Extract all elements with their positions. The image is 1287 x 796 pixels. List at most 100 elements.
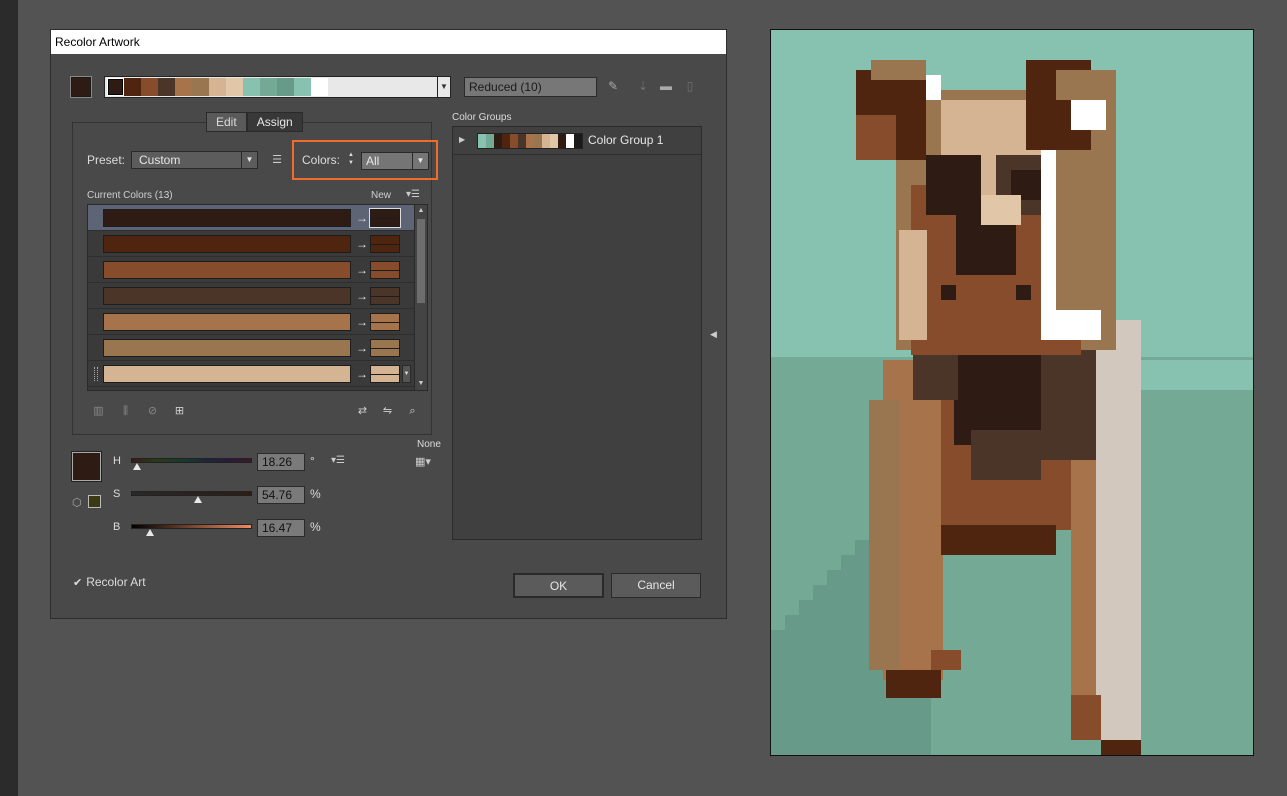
strip-color-swatch[interactable] — [141, 78, 158, 96]
brightness-slider-row: B 16.47 % — [113, 519, 363, 539]
find-color-icon[interactable]: ⌕ — [404, 404, 421, 418]
new-color-swatch[interactable] — [370, 339, 400, 357]
strip-color-swatch[interactable] — [294, 78, 311, 96]
strip-color-swatch[interactable] — [209, 78, 226, 96]
color-row[interactable]: → ▼ — [88, 361, 414, 387]
current-color-bar[interactable] — [103, 235, 351, 253]
color-group-name-field[interactable]: Reduced (10) — [464, 77, 597, 97]
current-color-bar[interactable] — [103, 365, 351, 383]
save-group-icon[interactable]: ⇣ — [635, 78, 651, 94]
color-row[interactable]: → — [88, 335, 414, 361]
recolor-art-checkbox[interactable]: ✔ Recolor Art — [73, 575, 146, 589]
new-color-swatch[interactable] — [369, 208, 401, 228]
scroll-down-icon[interactable]: ▼ — [415, 378, 427, 390]
brightness-thumb[interactable] — [146, 529, 155, 536]
colors-value: All — [366, 154, 380, 168]
brightness-value-field[interactable]: 16.47 — [257, 519, 305, 537]
new-color-dropdown[interactable]: ▼ — [402, 365, 411, 383]
color-row[interactable]: → — [88, 283, 414, 309]
new-color-swatch[interactable] — [370, 287, 400, 305]
color-group-row[interactable]: ▶ Color Group 1 — [453, 127, 701, 155]
eyedropper-icon[interactable]: ✎ — [605, 78, 621, 94]
arrow-right-icon[interactable]: → — [356, 235, 368, 253]
floor-shadow — [841, 555, 857, 755]
drag-handle-icon[interactable] — [94, 367, 98, 381]
new-color-swatch[interactable] — [370, 261, 400, 279]
tab-assign[interactable]: Assign — [246, 112, 303, 132]
strip-color-swatch[interactable] — [124, 78, 141, 96]
preset-select[interactable]: Custom ▼ — [131, 151, 258, 169]
color-row[interactable]: → — [88, 387, 414, 390]
separate-colors-icon[interactable]: ⫼ — [117, 404, 134, 418]
expand-triangle-icon[interactable]: ▶ — [459, 135, 465, 144]
current-color-bar[interactable] — [103, 287, 351, 305]
current-color-bar[interactable] — [103, 339, 351, 357]
active-color-swatch[interactable] — [70, 76, 92, 98]
randomly-change-saturation-icon[interactable]: ⇋ — [379, 404, 396, 418]
strip-color-swatch[interactable] — [192, 78, 209, 96]
color-library-icon[interactable]: ▦▾ — [415, 455, 431, 468]
arrow-right-icon[interactable]: → — [356, 339, 368, 357]
exclude-colors-icon[interactable]: ⊘ — [144, 404, 161, 418]
saturation-thumb[interactable] — [193, 496, 202, 503]
group-color-swatch — [478, 134, 486, 148]
color-list-scrollbar[interactable]: ▲ ▼ — [414, 205, 427, 390]
cheek-left — [899, 230, 927, 340]
hue-track[interactable] — [131, 458, 252, 463]
hue-thumb[interactable] — [133, 463, 142, 470]
color-row[interactable]: → — [88, 231, 414, 257]
saturation-label: S — [113, 488, 121, 500]
strip-color-swatch[interactable] — [158, 78, 175, 96]
saturation-value-field[interactable]: 54.76 — [257, 486, 305, 504]
new-color-swatch[interactable] — [370, 313, 400, 331]
folder-icon[interactable]: ▬ — [658, 78, 674, 94]
color-row[interactable]: → — [88, 257, 414, 283]
scroll-thumb[interactable] — [417, 219, 425, 303]
strip-color-swatch[interactable] — [277, 78, 294, 96]
color-row[interactable]: → — [88, 205, 414, 231]
colors-stepper[interactable]: ▲ ▼ — [344, 151, 358, 169]
current-color-bar[interactable] — [103, 209, 351, 227]
strip-color-swatch[interactable] — [311, 78, 328, 96]
cancel-button[interactable]: Cancel — [611, 573, 701, 598]
mouth-dot — [941, 285, 956, 300]
hue-value-field[interactable]: 18.26 — [257, 453, 305, 471]
arrow-right-icon[interactable]: → — [356, 313, 368, 331]
color-row[interactable]: → — [88, 309, 414, 335]
strip-color-swatch[interactable] — [107, 78, 124, 96]
strip-dropdown-button[interactable]: ▼ — [437, 76, 451, 98]
wall-step — [1141, 360, 1253, 370]
right-edge — [1096, 320, 1141, 740]
slider-menu-icon[interactable]: ▾☰ — [331, 455, 345, 466]
preset-options-icon[interactable]: ☰ — [269, 152, 285, 168]
randomly-change-order-icon[interactable]: ⇄ — [354, 404, 371, 418]
scroll-up-icon[interactable]: ▲ — [415, 205, 427, 217]
saturation-track[interactable] — [131, 491, 252, 496]
strip-color-swatch[interactable] — [243, 78, 260, 96]
group-color-swatch — [494, 134, 502, 148]
tab-edit[interactable]: Edit — [206, 112, 247, 132]
arrow-right-icon[interactable]: → — [356, 365, 368, 383]
checkmark-icon: ✔ — [73, 577, 83, 589]
new-row-icon[interactable]: ⊞ — [171, 404, 188, 418]
merge-colors-icon[interactable]: ▥ — [90, 404, 107, 418]
colors-select[interactable]: All ▼ — [361, 152, 429, 170]
collapse-panel-icon[interactable]: ◀ — [710, 329, 717, 340]
trash-icon[interactable]: ▯ — [682, 78, 698, 94]
arrow-right-icon[interactable]: → — [356, 261, 368, 279]
group-color-swatch — [534, 134, 542, 148]
arrow-right-icon[interactable]: → — [356, 287, 368, 305]
current-color-bar[interactable] — [103, 313, 351, 331]
arrow-right-icon[interactable]: → — [356, 209, 368, 227]
current-color-bar[interactable] — [103, 261, 351, 279]
selected-color-swatch[interactable] — [71, 451, 102, 482]
strip-color-swatch[interactable] — [175, 78, 192, 96]
out-of-gamut-swatch[interactable] — [88, 495, 101, 508]
new-column-menu-icon[interactable]: ▾☰ — [406, 189, 420, 200]
ok-button[interactable]: OK — [513, 573, 604, 598]
strip-color-swatch[interactable] — [260, 78, 277, 96]
strip-color-swatch[interactable] — [226, 78, 243, 96]
active-colors-strip[interactable] — [104, 76, 440, 98]
new-color-swatch[interactable] — [370, 235, 400, 253]
new-color-swatch[interactable] — [370, 365, 400, 383]
